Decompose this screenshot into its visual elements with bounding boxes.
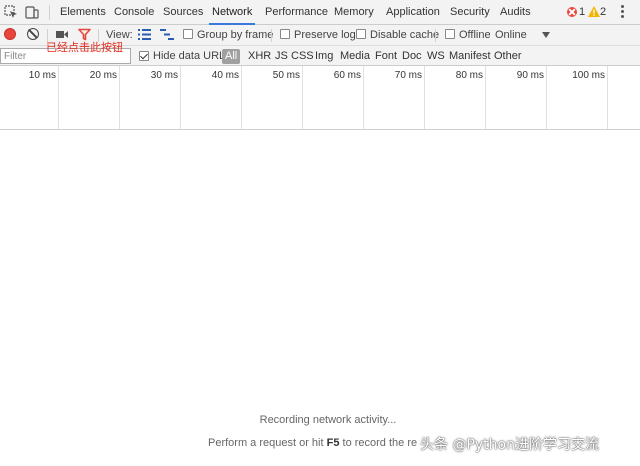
disable-cache-checkbox[interactable]	[356, 29, 366, 39]
tab-audits[interactable]: Audits	[500, 0, 531, 25]
tab-memory[interactable]: Memory	[334, 0, 374, 25]
tick-label: 40 ms	[211, 70, 239, 81]
timeline-tick: 70 ms	[364, 66, 425, 129]
tab-network[interactable]: Network	[209, 0, 256, 25]
recording-hint-text: Perform a request or hit F5 to record th…	[208, 437, 417, 449]
hide-data-urls-label: Hide data URLs	[153, 50, 231, 62]
tick-label: 90 ms	[516, 70, 544, 81]
offline-label: Offline	[459, 29, 491, 41]
chevron-down-icon[interactable]	[542, 32, 550, 38]
tick-label: 20 ms	[89, 70, 117, 81]
clear-button[interactable]	[27, 28, 39, 40]
filter-type-font[interactable]: Font	[375, 46, 397, 66]
filter-type-doc[interactable]: Doc	[402, 46, 422, 66]
throttling-select[interactable]: Online	[495, 25, 527, 45]
devtools-tab-bar: Elements Console Sources Network Perform…	[0, 0, 640, 25]
filter-type-manifest[interactable]: Manifest	[449, 46, 491, 66]
hint-prefix: Perform a request or hit	[208, 437, 327, 449]
tick-label: 80 ms	[455, 70, 483, 81]
tab-sources[interactable]: Sources	[163, 0, 203, 25]
tab-security[interactable]: Security	[450, 0, 490, 25]
waterfall-overview-icon[interactable]	[160, 29, 174, 40]
tick-label: 30 ms	[150, 70, 178, 81]
timeline-tick: 30 ms	[120, 66, 181, 129]
toolbar-separator	[271, 29, 272, 42]
tab-elements[interactable]: Elements	[60, 0, 106, 25]
timeline-tick: 100 ms	[547, 66, 608, 129]
timeline-tick: 20 ms	[59, 66, 120, 129]
group-by-frame-checkbox[interactable]	[183, 29, 193, 39]
recording-status-text: Recording network activity...	[259, 414, 397, 426]
tab-performance[interactable]: Performance	[265, 0, 328, 25]
filter-type-xhr[interactable]: XHR	[248, 46, 271, 66]
disable-cache-label: Disable cache	[370, 29, 440, 41]
filter-type-img[interactable]: Img	[315, 46, 333, 66]
large-rows-icon[interactable]	[138, 29, 151, 40]
inspect-element-icon[interactable]	[4, 5, 18, 19]
tick-label: 10 ms	[28, 70, 56, 81]
tab-console[interactable]: Console	[114, 0, 154, 25]
timeline-tick: 40 ms	[181, 66, 242, 129]
timeline-overview[interactable]: 10 ms 20 ms 30 ms 40 ms 50 ms 60 ms 70 m…	[0, 66, 640, 130]
offline-checkbox[interactable]	[445, 29, 455, 39]
tick-label: 50 ms	[272, 70, 300, 81]
filter-type-other[interactable]: Other	[494, 46, 522, 66]
filter-type-css[interactable]: CSS	[291, 46, 314, 66]
timeline-tick: 90 ms	[486, 66, 547, 129]
warning-icon[interactable]	[588, 6, 600, 17]
record-button[interactable]	[4, 28, 16, 40]
hint-key: F5	[326, 437, 340, 449]
annotation-text: 已经点击此按钮	[46, 41, 123, 54]
device-toolbar-icon[interactable]	[25, 5, 39, 19]
warning-count[interactable]: 2	[600, 0, 606, 25]
tick-label: 60 ms	[333, 70, 361, 81]
filter-type-all[interactable]: All	[222, 49, 241, 64]
hide-data-urls-checkbox[interactable]	[139, 51, 149, 61]
preserve-log-label: Preserve log	[294, 29, 356, 41]
error-icon[interactable]	[567, 7, 577, 17]
tab-separator	[49, 5, 50, 20]
watermark-text: 头条 @Python进阶学习交流	[420, 437, 599, 453]
preserve-log-checkbox[interactable]	[280, 29, 290, 39]
timeline-tick: 60 ms	[303, 66, 364, 129]
filter-type-ws[interactable]: WS	[427, 46, 445, 66]
filter-type-media[interactable]: Media	[340, 46, 370, 66]
more-menu-icon[interactable]	[621, 5, 625, 19]
timeline-tick: 80 ms	[425, 66, 486, 129]
capture-screenshots-icon[interactable]	[56, 30, 68, 39]
error-count[interactable]: 1	[579, 0, 585, 25]
tab-application[interactable]: Application	[386, 0, 440, 25]
tick-label: 100 ms	[572, 70, 605, 81]
tick-label: 70 ms	[394, 70, 422, 81]
toolbar-separator	[435, 29, 436, 42]
timeline-tick: 50 ms	[242, 66, 303, 129]
group-by-frame-label: Group by frame	[197, 29, 274, 41]
filter-type-js[interactable]: JS	[275, 46, 288, 66]
timeline-tick: 10 ms	[0, 66, 59, 129]
hint-suffix: to record the re	[339, 437, 418, 449]
